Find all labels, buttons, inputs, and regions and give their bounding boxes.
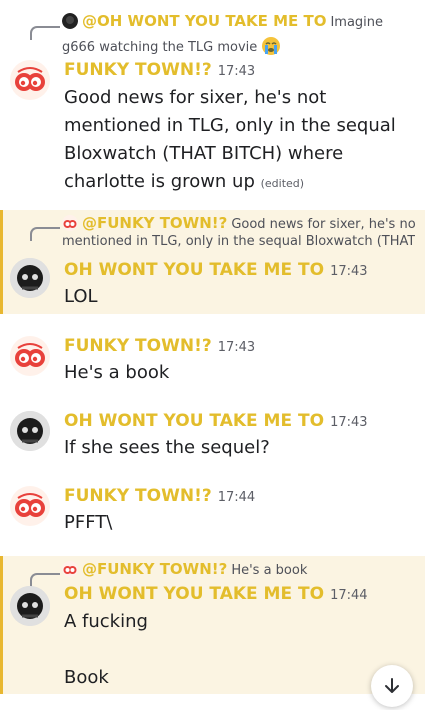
- reply-avatar: [62, 561, 78, 577]
- message[interactable]: FUNKY TOWN!? 17:44 PFFT\: [0, 480, 425, 550]
- avatar[interactable]: [10, 258, 50, 298]
- edited-label: (edited): [260, 177, 305, 190]
- username[interactable]: FUNKY TOWN!? 17:44: [64, 486, 255, 506]
- timestamp: 17:44: [330, 588, 368, 603]
- reply-text: He's a book: [231, 563, 308, 578]
- username-text[interactable]: FUNKY TOWN!?: [64, 486, 212, 506]
- arrow-down-icon: [385, 678, 399, 693]
- avatar[interactable]: [10, 586, 50, 626]
- timestamp: 17:43: [330, 264, 368, 279]
- avatar[interactable]: [10, 486, 50, 526]
- reply-preview[interactable]: @OH WONT YOU TAKE ME TO Imagine: [62, 12, 415, 30]
- username-text[interactable]: OH WONT YOU TAKE ME TO: [64, 584, 324, 604]
- timestamp: 17:43: [217, 64, 256, 79]
- reply-spine: [30, 227, 60, 241]
- reply-avatar: [62, 13, 78, 29]
- message-highlighted[interactable]: @FUNKY TOWN!? He's a book OH WONT YOU TAK…: [0, 556, 425, 694]
- scroll-to-bottom-button[interactable]: [371, 665, 413, 707]
- reply-preview[interactable]: @FUNKY TOWN!? He's a book: [62, 560, 415, 578]
- reply-avatar: [62, 215, 78, 231]
- message[interactable]: OH WONT YOU TAKE ME TO 17:43 If she sees …: [0, 405, 425, 475]
- avatar[interactable]: [10, 411, 50, 451]
- username-text[interactable]: OH WONT YOU TAKE ME TO: [64, 411, 324, 431]
- avatar[interactable]: [10, 60, 50, 100]
- reply-username: @FUNKY TOWN!?: [82, 560, 228, 578]
- reply-text-continued: g666 watching the TLG movie: [62, 40, 258, 55]
- username-text[interactable]: OH WONT YOU TAKE ME TO: [64, 260, 324, 280]
- reply-username: @OH WONT YOU TAKE ME TO: [82, 12, 327, 30]
- reply-text: Good news for sixer, he's not: [231, 217, 415, 232]
- username[interactable]: OH WONT YOU TAKE ME TO 17:44: [64, 584, 368, 604]
- reply-preview-line2: g666 watching the TLG movie: [62, 36, 415, 56]
- username[interactable]: FUNKY TOWN!? 17:43: [64, 60, 255, 80]
- username[interactable]: FUNKY TOWN!? 17:43: [64, 336, 255, 356]
- username-text[interactable]: FUNKY TOWN!?: [64, 336, 212, 356]
- username[interactable]: OH WONT YOU TAKE ME TO 17:43: [64, 260, 368, 280]
- message-text: Good news for sixer, he's not mentioned …: [64, 84, 409, 198]
- reply-text: Imagine: [330, 15, 384, 30]
- message[interactable]: @OH WONT YOU TAKE ME TO Imagine g666 watc…: [0, 0, 425, 205]
- timestamp: 17:44: [217, 490, 256, 505]
- avatar[interactable]: [10, 336, 50, 376]
- message-text: LOL: [64, 286, 98, 307]
- username-text[interactable]: FUNKY TOWN!?: [64, 60, 212, 80]
- message-text: A fucking Book: [64, 611, 148, 688]
- timestamp: 17:43: [217, 340, 256, 355]
- reply-preview[interactable]: @FUNKY TOWN!? Good news for sixer, he's n…: [62, 214, 415, 232]
- crying-emoji-icon: [261, 36, 281, 56]
- reply-username: @FUNKY TOWN!?: [82, 214, 228, 232]
- username[interactable]: OH WONT YOU TAKE ME TO 17:43: [64, 411, 368, 431]
- reply-spine: [30, 26, 60, 40]
- message-text: If she sees the sequel?: [64, 437, 270, 458]
- message-body: Good news for sixer, he's not mentioned …: [64, 87, 402, 192]
- reply-preview-line2: mentioned in TLG, only in the sequal Blo…: [62, 234, 415, 249]
- reply-spine: [30, 573, 60, 587]
- message-highlighted[interactable]: @FUNKY TOWN!? Good news for sixer, he's n…: [0, 210, 425, 314]
- message-text: He's a book: [64, 362, 170, 383]
- reply-text-continued: mentioned in TLG, only in the sequal Blo…: [62, 234, 415, 249]
- message-text: PFFT\: [64, 512, 113, 533]
- message[interactable]: FUNKY TOWN!? 17:43 He's a book: [0, 330, 425, 400]
- timestamp: 17:43: [330, 415, 368, 430]
